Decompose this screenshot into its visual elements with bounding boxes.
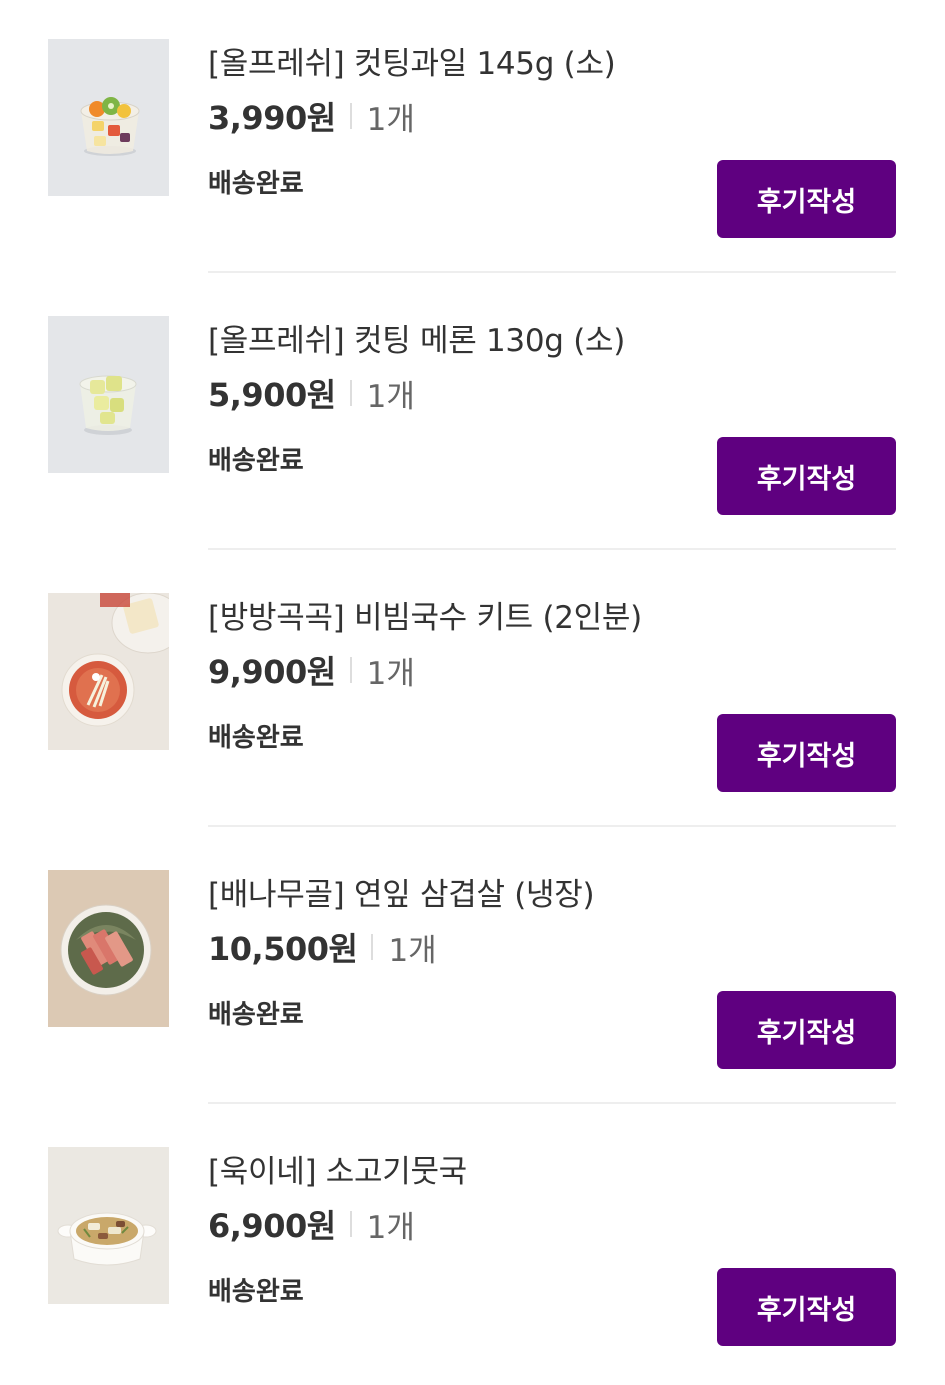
price-row: 10,500원 1개: [208, 926, 437, 969]
price-row: 3,990원 1개: [208, 95, 415, 138]
item-divider: [208, 825, 896, 827]
delivery-status: 배송완료: [208, 446, 304, 476]
product-thumbnail-lotus-pork[interactable]: [48, 870, 169, 1027]
price-divider: [349, 1211, 352, 1237]
product-thumbnail-cut-fruit[interactable]: [48, 39, 169, 196]
product-name[interactable]: [배나무골] 연잎 삼겹살 (냉장): [208, 873, 595, 917]
write-review-button[interactable]: 후기작성: [717, 991, 896, 1069]
product-quantity: 1개: [366, 655, 415, 692]
write-review-button[interactable]: 후기작성: [717, 1268, 896, 1346]
product-name[interactable]: [올프레쉬] 컷팅 메론 130g (소): [208, 319, 625, 363]
delivery-status: 배송완료: [208, 169, 304, 199]
lotus-leaf-pork-belly-image: [48, 870, 169, 1027]
product-quantity: 1개: [366, 1209, 415, 1246]
order-item: [방방곡곡] 비빔국수 키트 (2인분) 9,900원 1개 배송완료 후기작성: [0, 554, 945, 831]
price-divider: [371, 934, 374, 960]
price-divider: [349, 380, 352, 406]
item-divider: [208, 271, 896, 273]
product-name[interactable]: [방방곡곡] 비빔국수 키트 (2인분): [208, 596, 642, 640]
beef-radish-soup-image: [48, 1147, 169, 1304]
product-price: 5,900원: [208, 376, 336, 414]
order-list: [올프레쉬] 컷팅과일 145g (소) 3,990원 1개 배송완료 후기작성: [0, 0, 945, 1358]
product-name[interactable]: [욱이네] 소고기뭇국: [208, 1150, 467, 1194]
order-item: [올프레쉬] 컷팅 메론 130g (소) 5,900원 1개 배송완료 후기작…: [0, 277, 945, 554]
price-row: 5,900원 1개: [208, 372, 415, 415]
product-price: 6,900원: [208, 1207, 336, 1245]
order-item: [올프레쉬] 컷팅과일 145g (소) 3,990원 1개 배송완료 후기작성: [0, 0, 945, 277]
write-review-button[interactable]: 후기작성: [717, 714, 896, 792]
product-thumbnail-cut-melon[interactable]: [48, 316, 169, 473]
write-review-button[interactable]: 후기작성: [717, 437, 896, 515]
bibim-noodle-kit-image: [48, 593, 169, 750]
price-row: 9,900원 1개: [208, 649, 415, 692]
product-name[interactable]: [올프레쉬] 컷팅과일 145g (소): [208, 42, 616, 86]
delivery-status: 배송완료: [208, 1277, 304, 1307]
price-row: 6,900원 1개: [208, 1203, 415, 1246]
product-thumbnail-bibim-noodle[interactable]: [48, 593, 169, 750]
price-divider: [349, 657, 352, 683]
write-review-button[interactable]: 후기작성: [717, 160, 896, 238]
product-quantity: 1개: [388, 932, 437, 969]
product-price: 3,990원: [208, 99, 336, 137]
price-divider: [349, 103, 352, 129]
cut-melon-cup-image: [48, 316, 169, 473]
item-divider: [208, 1102, 896, 1104]
product-quantity: 1개: [366, 378, 415, 415]
delivery-status: 배송완료: [208, 723, 304, 753]
product-thumbnail-beef-soup[interactable]: [48, 1147, 169, 1304]
order-item: [욱이네] 소고기뭇국 6,900원 1개 배송완료 후기작성: [0, 1108, 945, 1385]
item-divider: [208, 548, 896, 550]
product-price: 10,500원: [208, 930, 358, 968]
cut-fruit-cup-image: [48, 39, 169, 196]
product-quantity: 1개: [366, 101, 415, 138]
product-price: 9,900원: [208, 653, 336, 691]
order-item: [배나무골] 연잎 삼겹살 (냉장) 10,500원 1개 배송완료 후기작성: [0, 831, 945, 1108]
delivery-status: 배송완료: [208, 1000, 304, 1030]
